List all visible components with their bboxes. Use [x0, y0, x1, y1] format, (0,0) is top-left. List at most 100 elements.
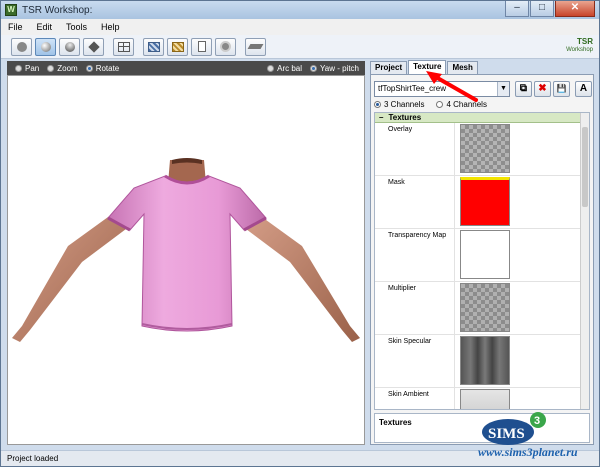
mesh-blue-icon [147, 41, 160, 52]
sphere-smooth-icon [64, 41, 75, 52]
grid-button[interactable] [113, 37, 134, 56]
radio-zoom-label: Zoom [57, 63, 78, 73]
mesh-gold-icon [171, 41, 184, 52]
delete-icon: ✖ [538, 83, 547, 94]
texture-row-label: Skin Ambient [375, 388, 455, 409]
save-icon: 💾 [556, 84, 567, 93]
sphere-flat-icon [16, 41, 27, 52]
logo-bottom: Workshop [566, 47, 593, 53]
texture-row[interactable]: Skin Ambient [375, 388, 589, 409]
copy-button[interactable]: ⧉ [515, 81, 532, 97]
pink-tshirt [107, 175, 267, 332]
transparency-swatch[interactable] [460, 230, 510, 279]
texture-row-label: Transparency Map [375, 229, 455, 281]
copy-icon: ⧉ [519, 83, 528, 94]
text-icon: A [579, 83, 588, 94]
minimize-button[interactable]: – [505, 1, 529, 17]
texture-row[interactable]: Skin Specular [375, 335, 589, 388]
right-arm [242, 204, 360, 342]
plane-button[interactable] [245, 37, 266, 56]
mesh-gold-button[interactable] [167, 37, 188, 56]
radio-pan[interactable]: Pan [15, 64, 39, 73]
window-controls: – □ ✕ [504, 1, 595, 17]
mask-swatch[interactable] [460, 177, 510, 226]
plane-icon [247, 44, 264, 49]
logo-top: TSR [577, 37, 593, 46]
menu-help[interactable]: Help [94, 22, 127, 32]
sims-logo-text: SIMS [488, 426, 525, 442]
chevron-down-icon[interactable]: ▼ [497, 82, 509, 96]
texture-row[interactable]: Transparency Map [375, 229, 589, 282]
view-flat-button[interactable] [11, 37, 32, 56]
status-text: Project loaded [7, 454, 59, 463]
disc-button[interactable] [215, 37, 236, 56]
toolbar: TSR Workshop [1, 35, 599, 59]
radio-3-channels-label: 3 Channels [384, 100, 425, 109]
texture-row[interactable]: Multiplier [375, 282, 589, 335]
close-button[interactable]: ✕ [555, 1, 595, 17]
texture-panel: tfTopShirtTee_crew ▼ ⧉ ✖ 💾 A 3 Channels … [370, 74, 594, 445]
radio-dot [47, 64, 55, 72]
site-watermark: www.sims3planet.ru [478, 445, 578, 459]
save-button[interactable]: 💾 [553, 81, 570, 97]
radio-arc-ball-label: Arc bal [277, 63, 303, 73]
viewport-control-bar: Pan Zoom Rotate Arc bal Yaw - pitch [7, 61, 365, 75]
radio-pan-label: Pan [25, 63, 40, 73]
texture-row-label: Mask [375, 176, 455, 228]
menu-tools[interactable]: Tools [59, 22, 94, 32]
title-bar: W TSR Workshop: – □ ✕ [1, 1, 599, 19]
sims3-logo: SIMS 3 [482, 412, 546, 445]
radio-dot [374, 101, 381, 108]
textures-group-header[interactable]: – Textures [375, 113, 589, 123]
shirt-model [12, 158, 360, 342]
radio-zoom[interactable]: Zoom [47, 63, 78, 73]
texture-row[interactable]: Mask [375, 176, 589, 229]
tab-project[interactable]: Project [370, 61, 408, 74]
menu-file[interactable]: File [1, 22, 30, 32]
view-smooth-button[interactable] [59, 37, 80, 56]
3d-viewport[interactable] [7, 75, 365, 445]
maximize-button[interactable]: □ [530, 1, 554, 17]
overlay-swatch[interactable] [460, 124, 510, 173]
left-arm [12, 204, 130, 342]
radio-arc-ball[interactable]: Arc bal [267, 64, 302, 73]
texture-grid: – Textures Overlay Mask Transparency Map … [374, 112, 590, 410]
textures-group-label: Textures [388, 113, 422, 122]
skin-ambient-swatch[interactable] [460, 389, 510, 409]
view-box-button[interactable] [83, 37, 104, 56]
app-icon: W [5, 4, 17, 16]
description-title: Textures [379, 418, 412, 427]
svg-text:3: 3 [534, 415, 540, 427]
grid-scrollbar[interactable] [580, 113, 589, 409]
box-icon [87, 40, 100, 53]
radio-rotate-label: Rotate [95, 63, 120, 73]
grid-icon [117, 41, 130, 52]
radio-3-channels[interactable]: 3 Channels [374, 100, 424, 109]
page-button[interactable] [191, 37, 212, 56]
mesh-blue-button[interactable] [143, 37, 164, 56]
radio-yaw-pitch-label: Yaw - pitch [320, 63, 359, 73]
skin-specular-swatch[interactable] [460, 336, 510, 385]
menu-bar: File Edit Tools Help [1, 19, 599, 35]
texture-row-label: Skin Specular [375, 335, 455, 387]
text-button[interactable]: A [575, 81, 592, 97]
texture-row-label: Overlay [375, 123, 455, 175]
texture-row[interactable]: Overlay [375, 123, 589, 176]
multiplier-swatch[interactable] [460, 283, 510, 332]
radio-rotate[interactable]: Rotate [85, 63, 120, 73]
scrollbar-thumb[interactable] [582, 127, 588, 207]
delete-button[interactable]: ✖ [534, 81, 551, 97]
sphere-shaded-icon [40, 41, 51, 52]
radio-dot [85, 64, 93, 72]
page-icon [197, 41, 206, 52]
view-shaded-button[interactable] [35, 37, 56, 56]
tsr-workshop-logo: TSR Workshop [555, 37, 593, 57]
radio-dot [15, 64, 22, 72]
radio-dot [310, 64, 318, 72]
menu-edit[interactable]: Edit [30, 22, 60, 32]
disc-icon [220, 41, 231, 52]
radio-yaw-pitch[interactable]: Yaw - pitch [310, 64, 359, 73]
red-arrow-annotation [426, 71, 478, 102]
collapse-icon[interactable]: – [379, 113, 383, 122]
radio-dot [267, 64, 275, 72]
